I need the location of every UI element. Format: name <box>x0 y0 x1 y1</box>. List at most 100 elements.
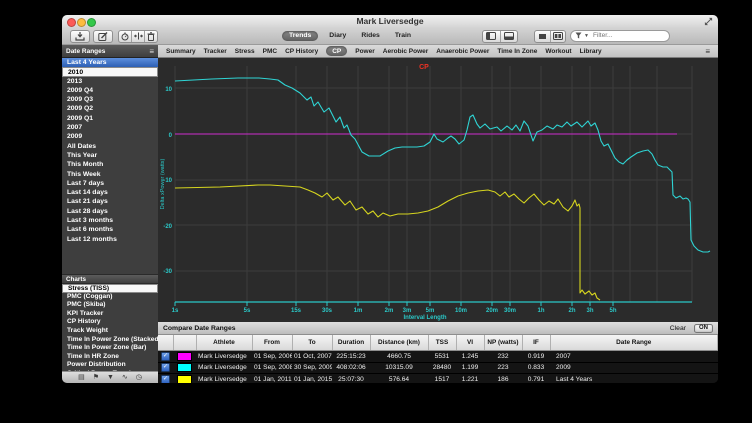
fullscreen-icon[interactable] <box>704 17 713 26</box>
chart-item-pmc-coggan[interactable]: PMC (Coggan) <box>62 293 158 302</box>
chart-tab-stress[interactable]: Stress <box>235 48 255 55</box>
cell-to: 30 Sep, 2009 <box>292 362 332 374</box>
svg-text:30s: 30s <box>322 308 333 314</box>
chart-tab-tracker[interactable]: Tracker <box>204 48 227 55</box>
date-range-item-2010[interactable]: 2010 <box>62 67 158 76</box>
chart-item-stress-tiss[interactable]: Stress (TISS) <box>62 284 158 293</box>
chart-tab-library[interactable]: Library <box>580 48 602 55</box>
trend-icon[interactable]: ∿ <box>122 373 128 383</box>
toggle-sidebar-button[interactable] <box>483 31 501 42</box>
on-toggle-button[interactable]: ON <box>694 324 713 333</box>
edit-button[interactable] <box>93 30 113 43</box>
filter-input[interactable] <box>591 31 665 40</box>
delete-button[interactable] <box>145 31 157 42</box>
column-header-np-watts: NP (watts) <box>484 335 522 351</box>
tiled-view-button[interactable] <box>551 31 566 42</box>
date-range-item-this-month[interactable]: This Month <box>62 160 158 169</box>
toggle-bottom-panel-button[interactable] <box>501 31 518 42</box>
clear-button[interactable]: Clear <box>670 325 686 332</box>
chart-item-time-in-power-zone-bar[interactable]: Time In Power Zone (Bar) <box>62 344 158 353</box>
app-window: Mark Liversedge <box>62 15 718 383</box>
chart-tab-pmc[interactable]: PMC <box>263 48 277 55</box>
chart-tab-anaerobic-power[interactable]: Anaerobic Power <box>436 48 489 55</box>
svg-text:Interval Length: Interval Length <box>403 315 446 321</box>
date-range-item-last-7-days[interactable]: Last 7 days <box>62 179 158 188</box>
sidebar-header-title: Date Ranges <box>66 48 105 55</box>
date-range-item-all-dates[interactable]: All Dates <box>62 142 158 151</box>
cell-np: 186 <box>484 374 522 384</box>
svg-text:5m: 5m <box>426 308 435 314</box>
column-header-if: IF <box>522 335 550 351</box>
chart-item-track-weight[interactable]: Track Weight <box>62 327 158 336</box>
sidebar: Last 4 Years201020132009 Q42009 Q32009 Q… <box>62 58 158 383</box>
chart-item-kpi-tracker[interactable]: KPI Tracker <box>62 310 158 319</box>
date-range-item-this-year[interactable]: This Year <box>62 151 158 160</box>
cell-to: 01 Oct, 2007 <box>292 351 332 363</box>
chart-item-time-in-power-zone-stacked[interactable]: Time In Power Zone (Stacked) <box>62 336 158 345</box>
chart-tab-aerobic-power[interactable]: Aerobic Power <box>383 48 429 55</box>
calendar-icon[interactable]: ▤ <box>78 373 85 383</box>
cell-tss: 28480 <box>428 362 456 374</box>
chart-item-pmc-skiba[interactable]: PMC (Skiba) <box>62 301 158 310</box>
series-color-swatch <box>177 352 192 361</box>
series-color-swatch <box>177 363 192 372</box>
row-checkbox[interactable]: ✓ <box>161 375 170 383</box>
chart-tab-power[interactable]: Power <box>355 48 375 55</box>
filter-field[interactable]: ▼ <box>570 30 670 42</box>
date-range-item-last-12-months[interactable]: Last 12 months <box>62 235 158 244</box>
date-range-item-last-14-days[interactable]: Last 14 days <box>62 188 158 197</box>
column-header-col0 <box>158 335 173 351</box>
cp-chart: 1s5s15s30s1m2m3m5m10m20m30m1h2h3h5h100-1… <box>158 58 718 322</box>
date-range-item-2009-q3[interactable]: 2009 Q3 <box>62 95 158 104</box>
filter-funnel-icon[interactable]: ▼ <box>107 373 114 383</box>
svg-text:5h: 5h <box>609 308 616 314</box>
date-range-item-2007[interactable]: 2007 <box>62 123 158 132</box>
cell-duration: 225:15:23 <box>332 351 370 363</box>
chart-item-power-distribution[interactable]: Power Distribution <box>62 361 158 370</box>
chart-tab-time-in-zone[interactable]: Time In Zone <box>497 48 537 55</box>
trash-icon <box>147 32 155 41</box>
chart-tab-workout[interactable]: Workout <box>545 48 571 55</box>
compare-title: Compare Date Ranges <box>163 325 662 332</box>
date-range-item-last-28-days[interactable]: Last 28 days <box>62 207 158 216</box>
date-range-item-last-6-months[interactable]: Last 6 months <box>62 225 158 234</box>
row-checkbox[interactable]: ✓ <box>161 352 170 361</box>
chart-item-time-in-hr-zone[interactable]: Time In HR Zone <box>62 353 158 362</box>
date-range-item-last-3-months[interactable]: Last 3 months <box>62 216 158 225</box>
download-button[interactable] <box>70 30 90 43</box>
toolbar: Trends Diary Rides Train <box>62 27 718 45</box>
cell-range: 2007 <box>550 351 718 363</box>
chevron-down-icon: ▼ <box>584 33 589 39</box>
clock-icon[interactable]: ◷ <box>136 373 142 383</box>
chart-tabs-menu-icon[interactable]: ≡ <box>705 47 710 56</box>
chart-tab-cp-history[interactable]: CP History <box>285 48 318 55</box>
date-range-item-this-week[interactable]: This Week <box>62 170 158 179</box>
view-tab-rides[interactable]: Rides <box>357 31 384 40</box>
chart-tab-cp[interactable]: CP <box>326 46 347 56</box>
single-view-button[interactable] <box>535 31 551 42</box>
cell-distance: 10315.09 <box>370 362 428 374</box>
column-header-to: To <box>292 335 332 351</box>
bookmark-icon[interactable]: ⚑ <box>93 373 99 383</box>
chart-tab-summary[interactable]: Summary <box>166 48 196 55</box>
view-tab-diary[interactable]: Diary <box>325 31 350 40</box>
date-range-item-2009[interactable]: 2009 <box>62 132 158 141</box>
svg-text:CP: CP <box>419 64 429 71</box>
row-color-cell <box>173 374 196 384</box>
date-range-item-2013[interactable]: 2013 <box>62 77 158 86</box>
date-range-item-2009-q2[interactable]: 2009 Q2 <box>62 104 158 113</box>
layout-toggle-group <box>534 30 566 43</box>
sidebar-menu-icon[interactable]: ≡ <box>149 47 154 56</box>
row-checkbox[interactable]: ✓ <box>161 363 170 372</box>
view-tab-train[interactable]: Train <box>391 31 415 40</box>
date-range-list: Last 4 Years201020132009 Q42009 Q32009 Q… <box>62 58 158 244</box>
date-range-item-last-4-years[interactable]: Last 4 Years <box>62 58 158 67</box>
interval-button[interactable] <box>119 31 132 42</box>
date-range-item-last-21-days[interactable]: Last 21 days <box>62 197 158 206</box>
chart-item-cp-history[interactable]: CP History <box>62 318 158 327</box>
split-button[interactable] <box>132 31 145 42</box>
view-tab-trends[interactable]: Trends <box>282 31 318 41</box>
date-range-item-2009-q4[interactable]: 2009 Q4 <box>62 86 158 95</box>
date-range-item-2009-q1[interactable]: 2009 Q1 <box>62 114 158 123</box>
cell-np: 232 <box>484 351 522 363</box>
